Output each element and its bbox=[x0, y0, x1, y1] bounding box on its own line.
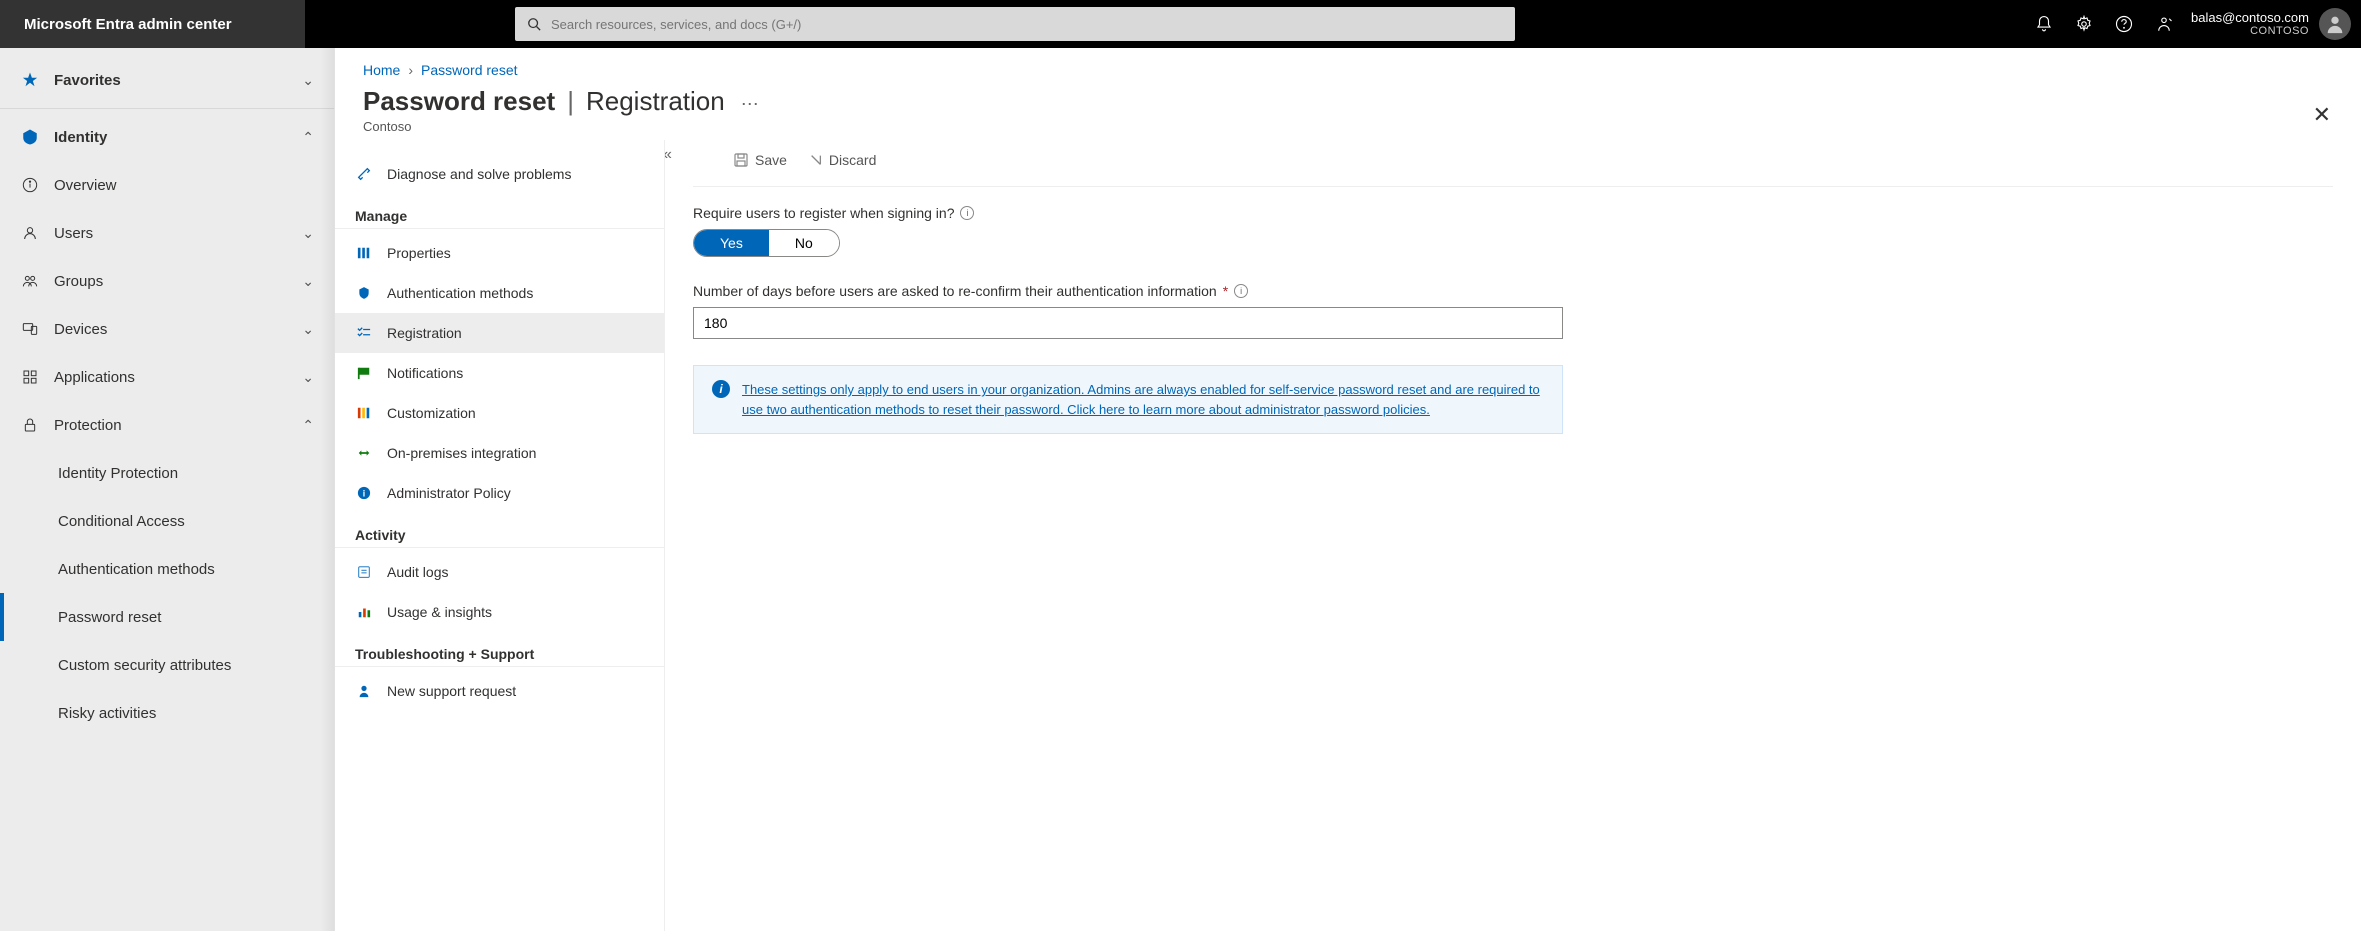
notifications-icon[interactable] bbox=[2035, 15, 2053, 33]
days-input[interactable] bbox=[693, 307, 1563, 339]
org-name: Contoso bbox=[363, 119, 2333, 134]
account-menu[interactable]: balas@contoso.com CONTOSO bbox=[2191, 8, 2361, 40]
settings-icon[interactable] bbox=[2075, 15, 2093, 33]
primary-sidebar: Favorites ⌄ Identity ⌃ Overview Users ⌄ … bbox=[0, 48, 335, 931]
crumb-home[interactable]: Home bbox=[363, 62, 400, 78]
bm-audit-logs[interactable]: Audit logs bbox=[335, 552, 664, 592]
nav-overview[interactable]: Overview bbox=[0, 161, 334, 209]
save-icon bbox=[733, 152, 749, 168]
nav-applications[interactable]: Applications ⌄ bbox=[0, 353, 334, 401]
avatar bbox=[2319, 8, 2351, 40]
page-title: Password reset bbox=[363, 86, 555, 117]
nav-password-reset[interactable]: Password reset bbox=[0, 593, 334, 641]
search-icon bbox=[527, 17, 541, 31]
nav-devices[interactable]: Devices ⌄ bbox=[0, 305, 334, 353]
nav-users[interactable]: Users ⌄ bbox=[0, 209, 334, 257]
info-icon bbox=[20, 177, 40, 193]
flag-icon bbox=[355, 366, 373, 380]
star-icon bbox=[20, 71, 40, 89]
save-button[interactable]: Save bbox=[733, 152, 787, 168]
nav-custom-security[interactable]: Custom security attributes bbox=[0, 641, 334, 689]
days-label: Number of days before users are asked to… bbox=[693, 283, 1217, 299]
info-tooltip-icon[interactable]: i bbox=[1234, 284, 1248, 298]
more-actions-icon[interactable]: ⋯ bbox=[741, 94, 759, 115]
toggle-no[interactable]: No bbox=[769, 230, 839, 256]
help-icon[interactable] bbox=[2115, 15, 2133, 33]
nav-risky-activities[interactable]: Risky activities bbox=[0, 689, 334, 737]
feedback-icon[interactable] bbox=[2155, 15, 2173, 33]
chevron-up-icon: ⌃ bbox=[302, 417, 314, 434]
chevron-down-icon: ⌄ bbox=[302, 225, 314, 242]
register-label: Require users to register when signing i… bbox=[693, 205, 954, 221]
bm-notifications[interactable]: Notifications bbox=[335, 353, 664, 393]
bm-registration[interactable]: Registration bbox=[335, 313, 664, 353]
identity-icon bbox=[20, 128, 40, 146]
bm-diagnose[interactable]: Diagnose and solve problems bbox=[335, 154, 664, 194]
svg-text:i: i bbox=[363, 489, 365, 499]
apps-icon bbox=[20, 369, 40, 385]
nav-conditional-access[interactable]: Conditional Access bbox=[0, 497, 334, 545]
breadcrumb: Home › Password reset bbox=[363, 62, 2333, 78]
bm-properties[interactable]: Properties bbox=[335, 233, 664, 273]
checklist-icon bbox=[355, 326, 373, 340]
user-icon bbox=[20, 225, 40, 241]
register-toggle[interactable]: Yes No bbox=[693, 229, 840, 257]
close-icon[interactable]: ✕ bbox=[2313, 102, 2331, 128]
nav-auth-methods[interactable]: Authentication methods bbox=[0, 545, 334, 593]
toggle-yes[interactable]: Yes bbox=[694, 230, 769, 256]
info-tooltip-icon[interactable]: i bbox=[960, 206, 974, 220]
lock-icon bbox=[20, 417, 40, 433]
info-icon: i bbox=[712, 380, 730, 398]
chevron-down-icon: ⌄ bbox=[302, 321, 314, 338]
page-subtitle: Registration bbox=[586, 86, 725, 117]
required-asterisk: * bbox=[1223, 283, 1228, 299]
brand-title: Microsoft Entra admin center bbox=[0, 0, 305, 48]
account-email: balas@contoso.com bbox=[2191, 11, 2309, 25]
discard-icon bbox=[809, 153, 823, 167]
bm-usage[interactable]: Usage & insights bbox=[335, 592, 664, 632]
nav-favorites[interactable]: Favorites ⌄ bbox=[0, 56, 334, 104]
search-input[interactable] bbox=[551, 17, 1503, 32]
bm-section-activity: Activity bbox=[335, 513, 664, 548]
chevron-down-icon: ⌄ bbox=[302, 273, 314, 290]
crumb-password-reset[interactable]: Password reset bbox=[421, 62, 517, 78]
bm-section-manage: Manage bbox=[335, 194, 664, 229]
chevron-down-icon: ⌄ bbox=[302, 72, 314, 89]
groups-icon bbox=[20, 273, 40, 289]
command-bar: Save Discard bbox=[693, 148, 2333, 187]
collapse-blade-icon[interactable]: « bbox=[665, 146, 672, 164]
info-blue-icon: i bbox=[355, 486, 373, 500]
log-icon bbox=[355, 565, 373, 579]
properties-icon bbox=[355, 246, 373, 260]
bm-section-support: Troubleshooting + Support bbox=[335, 632, 664, 667]
shield-icon bbox=[355, 286, 373, 300]
support-icon bbox=[355, 684, 373, 698]
account-tenant: CONTOSO bbox=[2191, 25, 2309, 37]
bm-admin-policy[interactable]: i Administrator Policy bbox=[335, 473, 664, 513]
nav-identity[interactable]: Identity ⌃ bbox=[0, 113, 334, 161]
global-search[interactable] bbox=[515, 7, 1515, 41]
top-bar: Microsoft Entra admin center balas@conto… bbox=[0, 0, 2361, 48]
devices-icon bbox=[20, 321, 40, 337]
nav-identity-protection[interactable]: Identity Protection bbox=[0, 449, 334, 497]
wrench-icon bbox=[355, 166, 373, 182]
blade-menu: Diagnose and solve problems Manage Prope… bbox=[335, 140, 665, 931]
bm-customization[interactable]: Customization bbox=[335, 393, 664, 433]
chevron-down-icon: ⌄ bbox=[302, 369, 314, 386]
bm-onprem[interactable]: On-premises integration bbox=[335, 433, 664, 473]
chart-icon bbox=[355, 605, 373, 619]
palette-icon bbox=[355, 406, 373, 420]
sync-icon bbox=[355, 446, 373, 460]
banner-link[interactable]: These settings only apply to end users i… bbox=[742, 380, 1544, 419]
content-pane: « Save Discard Require users to register… bbox=[665, 140, 2361, 931]
info-banner: i These settings only apply to end users… bbox=[693, 365, 1563, 434]
chevron-up-icon: ⌃ bbox=[302, 129, 314, 146]
bm-auth-methods[interactable]: Authentication methods bbox=[335, 273, 664, 313]
discard-button[interactable]: Discard bbox=[809, 152, 876, 168]
nav-groups[interactable]: Groups ⌄ bbox=[0, 257, 334, 305]
bm-new-request[interactable]: New support request bbox=[335, 671, 664, 711]
nav-protection[interactable]: Protection ⌃ bbox=[0, 401, 334, 449]
